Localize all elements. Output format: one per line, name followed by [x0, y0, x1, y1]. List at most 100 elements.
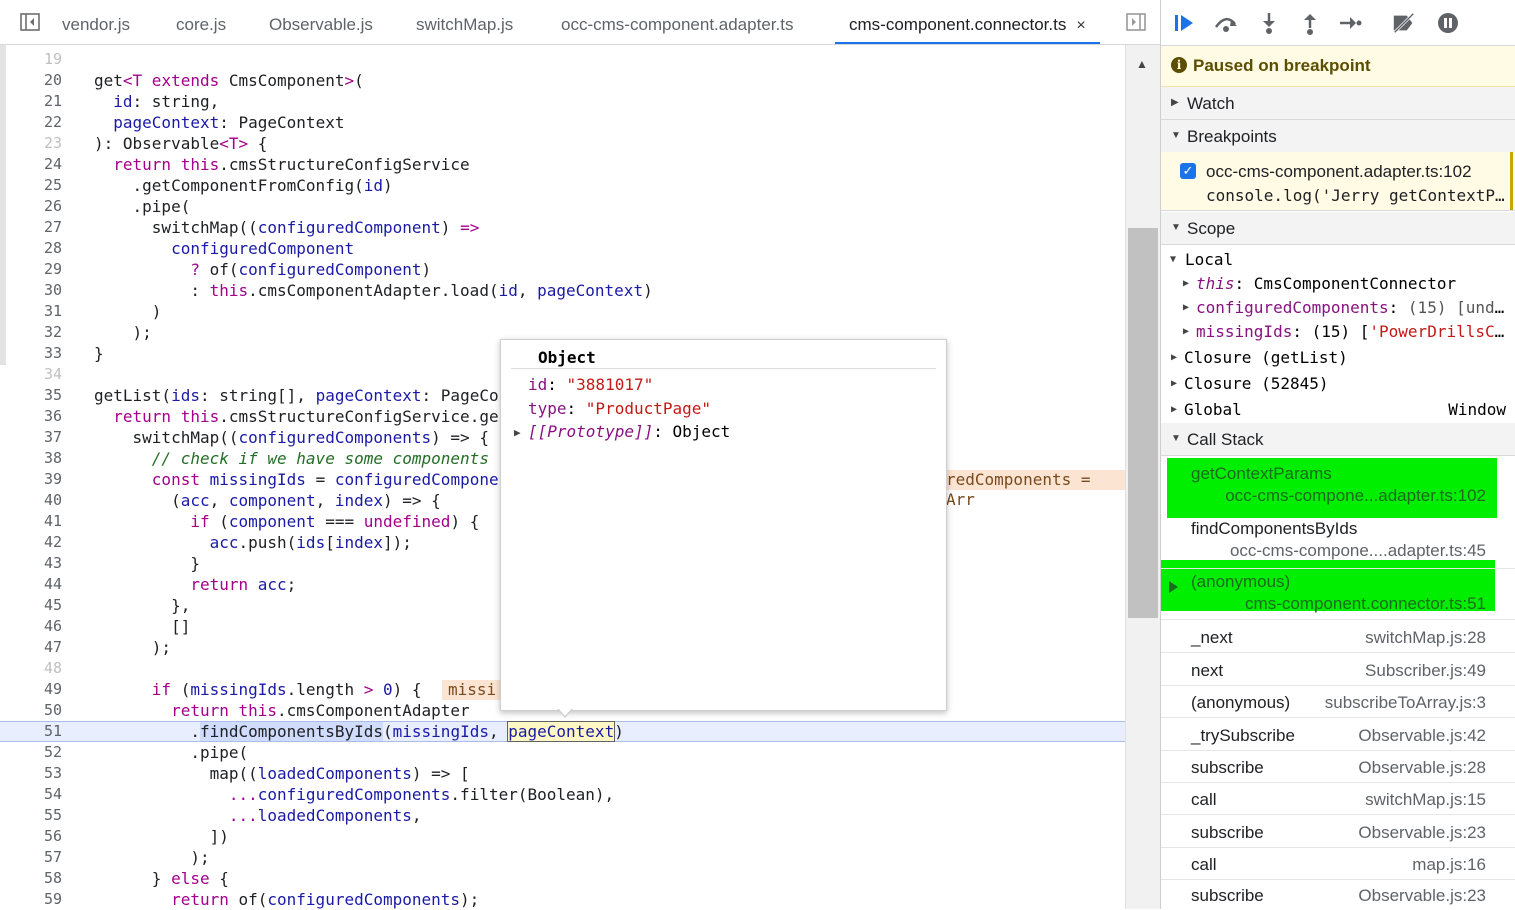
- call-frame[interactable]: (anonymous) subscribeToArray.js:3: [1161, 685, 1515, 718]
- scope-closure-52845[interactable]: ▶ Closure (52845): [1161, 372, 1515, 396]
- deactivate-breakpoints-icon[interactable]: [1391, 10, 1417, 36]
- close-tab-icon[interactable]: ×: [1076, 17, 1085, 34]
- scope-closure-getlist[interactable]: ▶ Closure (getList): [1161, 346, 1515, 370]
- frame-location[interactable]: map.js:16: [1412, 855, 1486, 875]
- line-number[interactable]: 56: [0, 826, 62, 847]
- tab-switchmap-js[interactable]: switchMap.js: [416, 0, 513, 44]
- breakpoint-checkbox[interactable]: ✓: [1180, 163, 1196, 179]
- call-frame[interactable]: getContextParams occ-cms-compone...adapt…: [1161, 459, 1515, 513]
- tab-cms-component-connector[interactable]: cms-component.connector.ts ×: [835, 0, 1100, 44]
- line-number[interactable]: 41: [0, 511, 62, 532]
- line-number[interactable]: 29: [0, 259, 62, 280]
- line-number[interactable]: 34: [0, 364, 62, 385]
- frame-location[interactable]: Observable.js:28: [1358, 758, 1486, 778]
- frame-location[interactable]: switchMap.js:15: [1365, 790, 1486, 810]
- scope-var-this[interactable]: ▶ this: CmsComponentConnector: [1161, 272, 1515, 296]
- breakpoint-location[interactable]: occ-cms-component.adapter.ts:102: [1206, 162, 1472, 182]
- resume-icon[interactable]: [1171, 10, 1197, 36]
- editor-scrollbar[interactable]: ▲: [1125, 45, 1161, 909]
- step-over-icon[interactable]: [1213, 10, 1239, 36]
- frame-location[interactable]: subscribeToArray.js:3: [1325, 693, 1486, 713]
- line-number[interactable]: 42: [0, 532, 62, 553]
- line-number[interactable]: 21: [0, 91, 62, 112]
- line-number[interactable]: 43: [0, 553, 62, 574]
- line-number[interactable]: 39: [0, 469, 62, 490]
- tab-occ-cms-component-adapter[interactable]: occ-cms-component.adapter.ts: [561, 0, 793, 44]
- line-number[interactable]: 54: [0, 784, 62, 805]
- call-frame[interactable]: next Subscriber.js:49: [1161, 653, 1515, 686]
- frame-location[interactable]: Observable.js:42: [1358, 726, 1486, 746]
- toggle-debugger-icon[interactable]: [1126, 13, 1146, 31]
- line-number[interactable]: 36: [0, 406, 62, 427]
- line-number[interactable]: 44: [0, 574, 62, 595]
- line-number[interactable]: 53: [0, 763, 62, 784]
- line-number[interactable]: 40: [0, 490, 62, 511]
- line-number[interactable]: 50: [0, 700, 62, 721]
- line-number[interactable]: 31: [0, 301, 62, 322]
- line-number[interactable]: 25: [0, 175, 62, 196]
- call-frame[interactable]: subscribe Observable.js:23: [1161, 878, 1515, 910]
- line-number[interactable]: 19: [0, 49, 62, 70]
- line-number[interactable]: 59: [0, 889, 62, 909]
- call-frame[interactable]: findComponentsByIds occ-cms-compone....a…: [1161, 514, 1515, 569]
- breakpoint-item[interactable]: ✓ occ-cms-component.adapter.ts:102 conso…: [1161, 152, 1515, 211]
- frame-location[interactable]: Observable.js:23: [1358, 886, 1486, 906]
- scope-local[interactable]: ▼ Local: [1161, 248, 1515, 272]
- scope-var-missing[interactable]: ▶ missingIds: (15) ['PowerDrillsCategory…: [1161, 320, 1515, 344]
- tab-vendor-js[interactable]: vendor.js: [62, 0, 130, 44]
- step-icon[interactable]: [1337, 10, 1363, 36]
- prototype-key[interactable]: [[Prototype]]: [528, 422, 653, 441]
- line-number[interactable]: 47: [0, 637, 62, 658]
- line-number[interactable]: 37: [0, 427, 62, 448]
- line-number[interactable]: 26: [0, 196, 62, 217]
- line-number[interactable]: 27: [0, 217, 62, 238]
- tab-observable-js[interactable]: Observable.js: [269, 0, 373, 44]
- tab-core-js[interactable]: core.js: [176, 0, 226, 44]
- pause-on-exceptions-icon[interactable]: [1435, 10, 1461, 36]
- call-stack-section-header[interactable]: ▼ Call Stack: [1161, 423, 1515, 456]
- expand-arrow-icon[interactable]: ▶: [514, 426, 521, 439]
- frame-location[interactable]: occ-cms-compone...adapter.ts:102: [1225, 486, 1486, 506]
- line-number[interactable]: 20: [0, 70, 62, 91]
- line-number[interactable]: 48: [0, 658, 62, 679]
- call-frame-current[interactable]: (anonymous) cms-component.connector.ts:5…: [1161, 567, 1515, 620]
- watch-section-header[interactable]: ▶ Watch: [1161, 87, 1515, 120]
- scope-section-header[interactable]: ▼ Scope: [1161, 212, 1515, 245]
- frame-location[interactable]: Subscriber.js:49: [1365, 661, 1486, 681]
- scope-global[interactable]: ▶ Global Window: [1161, 398, 1515, 422]
- frame-location[interactable]: switchMap.js:28: [1365, 628, 1486, 648]
- call-frame[interactable]: _trySubscribe Observable.js:42: [1161, 718, 1515, 751]
- line-number[interactable]: 46: [0, 616, 62, 637]
- line-number[interactable]: 30: [0, 280, 62, 301]
- frame-location[interactable]: occ-cms-compone....adapter.ts:45: [1230, 541, 1486, 561]
- line-number[interactable]: 32: [0, 322, 62, 343]
- scope-var-configured[interactable]: ▶ configuredComponents: (15) [undefined: [1161, 296, 1515, 320]
- scroll-up-icon[interactable]: ▲: [1136, 57, 1148, 71]
- call-frame[interactable]: call map.js:16: [1161, 847, 1515, 880]
- line-number[interactable]: 45: [0, 595, 62, 616]
- breakpoints-section-header[interactable]: ▼ Breakpoints: [1161, 120, 1515, 153]
- step-into-icon[interactable]: [1256, 10, 1282, 36]
- call-frame[interactable]: _next switchMap.js:28: [1161, 620, 1515, 653]
- call-frame[interactable]: call switchMap.js:15: [1161, 782, 1515, 815]
- call-frame[interactable]: subscribe Observable.js:28: [1161, 750, 1515, 783]
- line-number[interactable]: 55: [0, 805, 62, 826]
- call-frame[interactable]: subscribe Observable.js:23: [1161, 815, 1515, 848]
- line-number[interactable]: 23: [0, 133, 62, 154]
- line-number[interactable]: 35: [0, 385, 62, 406]
- line-number[interactable]: 24: [0, 154, 62, 175]
- line-number[interactable]: 49: [0, 679, 62, 700]
- line-number[interactable]: 22: [0, 112, 62, 133]
- step-out-icon[interactable]: [1297, 10, 1323, 36]
- line-number[interactable]: 52: [0, 742, 62, 763]
- toggle-navigator-icon[interactable]: [20, 13, 40, 31]
- line-number[interactable]: 28: [0, 238, 62, 259]
- frame-location[interactable]: Observable.js:23: [1358, 823, 1486, 843]
- frame-location[interactable]: cms-component.connector.ts:51: [1245, 594, 1486, 614]
- line-number[interactable]: 38: [0, 448, 62, 469]
- line-number[interactable]: 33: [0, 343, 62, 364]
- line-number[interactable]: 57: [0, 847, 62, 868]
- line-number[interactable]: 51: [0, 722, 62, 741]
- line-number[interactable]: 58: [0, 868, 62, 889]
- hovered-token[interactable]: pageContext: [507, 721, 616, 742]
